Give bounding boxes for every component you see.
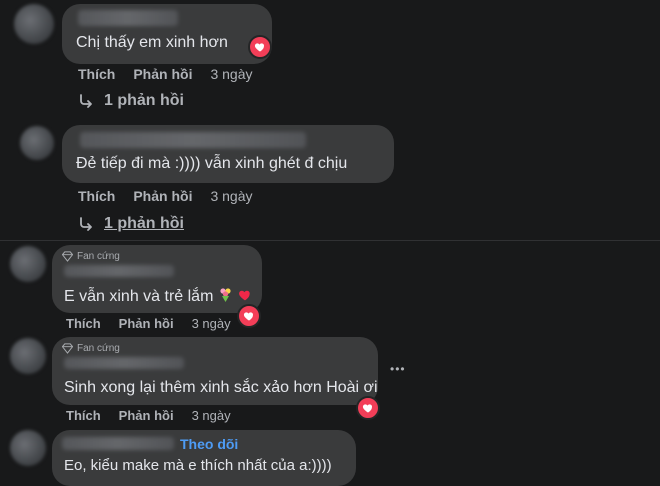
avatar[interactable]: [10, 338, 46, 374]
fan-badge[interactable]: Fan cứng: [62, 343, 120, 354]
comment-text: E vẫn xinh và trẻ lắm: [64, 287, 252, 306]
comment-text: Đẻ tiếp đi mà :)))) vẫn xinh ghét đ chịu: [76, 155, 348, 172]
comment-text: Sinh xong lại thêm xinh sắc xảo hơn Hoài…: [64, 379, 378, 396]
comment-bubble: Đẻ tiếp đi mà :)))) vẫn xinh ghét đ chịu: [62, 125, 394, 183]
red-heart-icon: [239, 290, 251, 301]
badge-label: Fan cứng: [77, 343, 120, 354]
avatar[interactable]: [10, 246, 46, 282]
comment-actions: Thích Phản hồi 3 ngày: [78, 66, 253, 82]
diamond-icon: [62, 251, 73, 262]
avatar[interactable]: [14, 4, 54, 44]
reply-count: 1 phản hồi: [104, 215, 184, 232]
timestamp[interactable]: 3 ngày: [192, 408, 231, 423]
like-button[interactable]: Thích: [66, 408, 101, 423]
commenter-name[interactable]: [64, 357, 184, 369]
bouquet-icon: [220, 288, 231, 302]
comment-bubble: Fan cứng Sinh xong lại thêm xinh sắc xảo…: [52, 337, 378, 405]
reply-button[interactable]: Phản hồi: [119, 316, 174, 331]
comment-bubble: Chị thấy em xinh hơn: [62, 4, 272, 64]
timestamp[interactable]: 3 ngày: [210, 188, 252, 204]
comment-text: Eo, kiểu make mà e thích nhất của a:)))): [64, 457, 332, 474]
view-replies-link[interactable]: 1 phản hồi: [78, 92, 184, 110]
reply-arrow-icon: [80, 94, 92, 108]
commenter-name[interactable]: [80, 132, 306, 148]
more-options-button[interactable]: •••: [390, 362, 406, 376]
divider: [0, 240, 660, 241]
follow-button[interactable]: Theo dõi: [180, 436, 238, 452]
timestamp[interactable]: 3 ngày: [192, 316, 231, 331]
like-button[interactable]: Thích: [78, 188, 115, 204]
like-button[interactable]: Thích: [66, 316, 101, 331]
timestamp[interactable]: 3 ngày: [210, 66, 252, 82]
reply-button[interactable]: Phản hồi: [119, 408, 174, 423]
reply-button[interactable]: Phản hồi: [133, 188, 192, 204]
view-replies-link[interactable]: 1 phản hồi: [78, 215, 184, 233]
comment-actions: Thích Phản hồi 3 ngày: [66, 408, 231, 423]
reply-count: 1 phản hồi: [104, 92, 184, 109]
comment-text-body: E vẫn xinh và trẻ lắm: [64, 288, 214, 305]
avatar[interactable]: [20, 126, 54, 160]
diamond-icon: [62, 343, 73, 354]
commenter-name[interactable]: [78, 10, 178, 26]
comment-bubble: Fan cứng E vẫn xinh và trẻ lắm: [52, 245, 262, 313]
like-button[interactable]: Thích: [78, 66, 115, 82]
heart-icon[interactable]: [248, 35, 272, 59]
comment-text: Chị thấy em xinh hơn: [76, 34, 228, 51]
commenter-name[interactable]: [62, 437, 174, 450]
heart-icon[interactable]: [237, 304, 261, 328]
heart-icon[interactable]: [356, 396, 380, 420]
reply-arrow-icon: [80, 217, 92, 231]
commenter-name[interactable]: [64, 265, 174, 277]
comment-actions: Thích Phản hồi 3 ngày: [66, 316, 231, 331]
comment-actions: Thích Phản hồi 3 ngày: [78, 188, 253, 204]
fan-badge[interactable]: Fan cứng: [62, 251, 120, 262]
comment-bubble: Theo dõi Eo, kiểu make mà e thích nhất c…: [52, 430, 356, 486]
avatar[interactable]: [10, 430, 46, 466]
badge-label: Fan cứng: [77, 251, 120, 262]
reply-button[interactable]: Phản hồi: [133, 66, 192, 82]
